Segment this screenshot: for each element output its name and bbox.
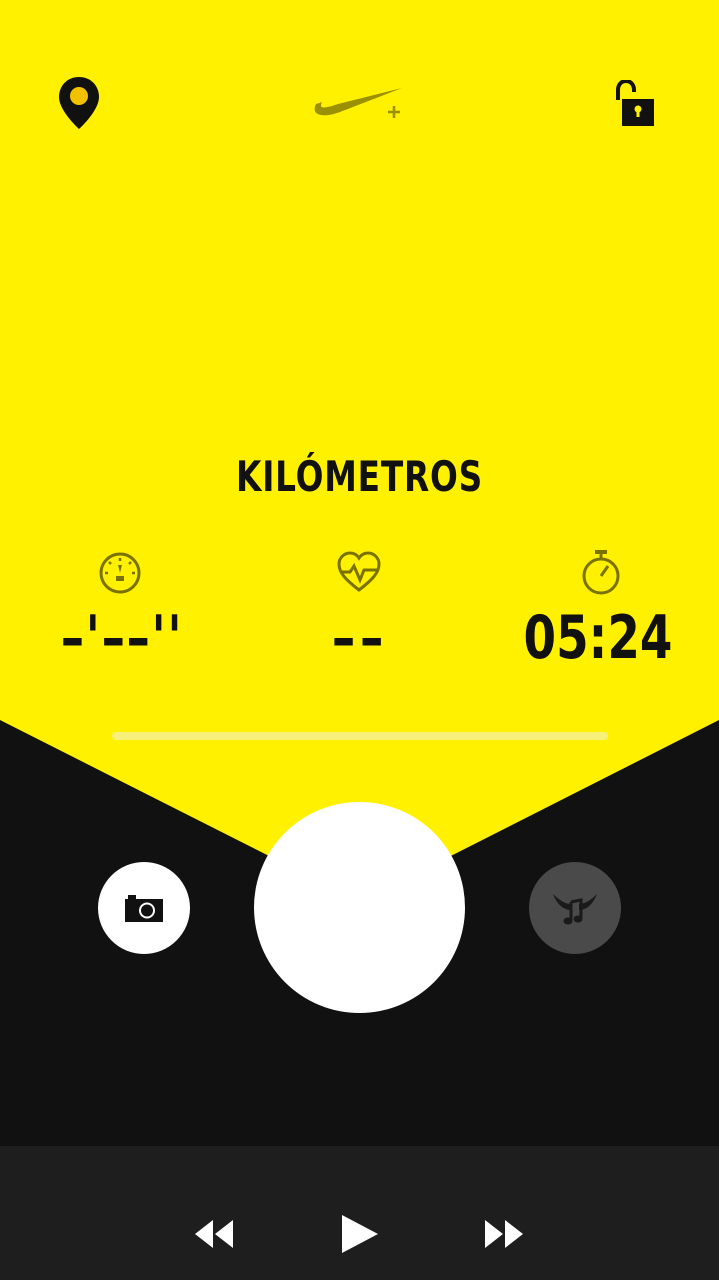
- heart-rate-value: ––: [331, 603, 389, 673]
- run-screen: KILÓMETROS –'––'' –– 05:24: [0, 0, 719, 1280]
- unit-title: KILÓMETROS: [236, 452, 483, 501]
- nike-plus-logo: [312, 82, 408, 122]
- heart-rate-icon: [336, 550, 382, 596]
- camera-icon: [125, 895, 163, 922]
- camera-button[interactable]: [98, 862, 190, 954]
- unlocked-padlock-icon[interactable]: [608, 80, 656, 128]
- fast-forward-button[interactable]: [480, 1212, 528, 1256]
- run-progress-bar: [112, 732, 608, 740]
- pace-value: –'––'': [60, 603, 184, 673]
- winged-music-note-icon: [553, 894, 597, 925]
- play-button[interactable]: [334, 1210, 384, 1258]
- powersong-button[interactable]: [529, 862, 621, 954]
- start-run-button[interactable]: [254, 802, 465, 1013]
- rewind-button[interactable]: [190, 1212, 238, 1256]
- rewind-icon: [195, 1220, 233, 1248]
- location-pin-icon[interactable]: [55, 74, 103, 132]
- play-icon: [342, 1215, 378, 1253]
- speedometer-icon: [97, 550, 143, 596]
- stopwatch-icon: [578, 548, 624, 595]
- duration-value: 05:24: [523, 603, 673, 673]
- fast-forward-icon: [485, 1220, 523, 1248]
